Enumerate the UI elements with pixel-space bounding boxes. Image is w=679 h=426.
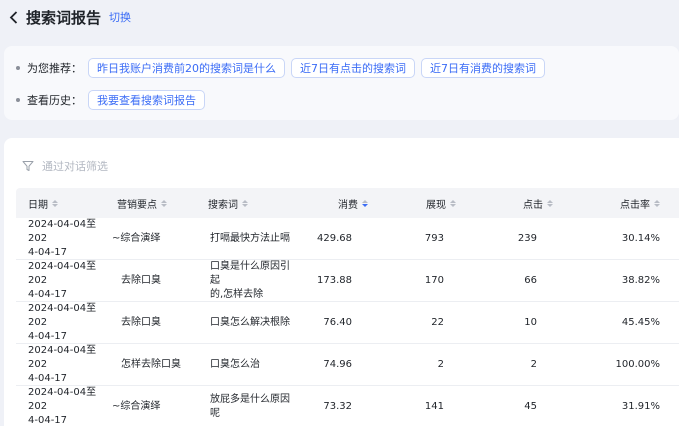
table-row: 2024-04-04至202 4-04-17 ~综合演绎 打嗝最快方法止嗝 429… — [16, 218, 679, 260]
recommend-row: 为您推荐： 昨日我账户消费前20的搜索词是什么 近7日有点击的搜索词 近7日有消… — [16, 58, 551, 78]
cell-term: 口臭是什么原因引起 的,怎样去除 — [210, 260, 290, 300]
history-chip-report[interactable]: 我要查看搜索词报告 — [88, 90, 205, 110]
column-header-clicks[interactable]: 点击 — [474, 188, 567, 218]
cell-clicks: 2 — [530, 358, 537, 370]
table-row: 2024-04-04至202 4-04-17 去除口臭 口臭怎么解决根除 76.4… — [16, 302, 679, 344]
cell-date: 2024-04-04至202 4-04-17 — [28, 260, 97, 300]
table-row: 2024-04-04至202 4-04-17 ~综合演绎 放屁多是什么原因呢 73… — [16, 386, 679, 426]
cell-clicks: 10 — [524, 316, 537, 328]
chevron-left-icon[interactable] — [6, 10, 20, 24]
sort-icon — [242, 199, 248, 207]
recommend-label: 为您推荐： — [27, 62, 82, 75]
cell-point: ~综合演绎 — [112, 400, 161, 412]
cell-cost: 73.32 — [323, 400, 352, 412]
cell-clicks: 66 — [524, 274, 537, 286]
cell-term: 口臭怎么治 — [210, 358, 260, 370]
cell-cost: 429.68 — [317, 232, 352, 244]
filter-icon — [22, 161, 34, 171]
recommend-chip-7day-cost[interactable]: 近7日有消费的搜索词 — [421, 58, 545, 78]
cell-point: ~综合演绎 — [112, 232, 161, 244]
column-header-date[interactable]: 日期 — [16, 188, 107, 218]
column-header-term[interactable]: 搜索词 — [198, 188, 290, 218]
cell-point: 去除口臭 — [121, 316, 161, 328]
cell-impressions: 2 — [437, 358, 444, 370]
cell-cost: 74.96 — [323, 358, 352, 370]
bullet-dot — [16, 98, 20, 102]
sort-icon — [654, 199, 660, 207]
bullet-dot — [16, 66, 20, 70]
sort-icon — [52, 199, 58, 207]
dialog-filter[interactable]: 通过对话筛选 — [22, 158, 108, 174]
column-header-point[interactable]: 营销要点 — [107, 188, 198, 218]
cell-impressions: 170 — [424, 274, 444, 286]
cell-term: 口臭怎么解决根除 — [210, 316, 290, 328]
column-header-ctr[interactable]: 点击率 — [567, 188, 660, 218]
history-row: 查看历史： 我要查看搜索词报告 — [16, 90, 211, 110]
table-header: 日期 营销要点 搜索词 消费 展现 点击 点击率 — [16, 188, 679, 218]
cell-clicks: 239 — [517, 232, 537, 244]
recommend-chip-7day-clicks[interactable]: 近7日有点击的搜索词 — [291, 58, 415, 78]
cell-cost: 76.40 — [323, 316, 352, 328]
cell-ctr: 45.45% — [621, 316, 660, 328]
cell-point: 怎样去除口臭 — [121, 358, 181, 370]
column-header-cost[interactable]: 消费 — [290, 188, 382, 218]
cell-point: 去除口臭 — [121, 274, 161, 286]
report-panel: 通过对话筛选 日期 营销要点 搜索词 消费 展现 点击 点击率 2024-04-… — [4, 138, 679, 426]
cell-date: 2024-04-04至202 4-04-17 — [28, 386, 97, 426]
history-label: 查看历史： — [27, 94, 82, 107]
cell-ctr: 38.82% — [621, 274, 660, 286]
cell-ctr: 31.91% — [621, 400, 660, 412]
sort-icon — [362, 199, 368, 207]
cell-term: 放屁多是什么原因呢 — [210, 393, 290, 419]
cell-impressions: 793 — [424, 232, 444, 244]
cell-date: 2024-04-04至202 4-04-17 — [28, 302, 97, 342]
recommend-chip-top20[interactable]: 昨日我账户消费前20的搜索词是什么 — [88, 58, 285, 78]
cell-impressions: 141 — [424, 400, 444, 412]
cell-date: 2024-04-04至202 4-04-17 — [28, 218, 97, 258]
cell-term: 打嗝最快方法止嗝 — [210, 232, 290, 244]
recommend-panel: 为您推荐： 昨日我账户消费前20的搜索词是什么 近7日有点击的搜索词 近7日有消… — [4, 46, 679, 120]
sort-icon — [161, 199, 167, 207]
cell-impressions: 22 — [431, 316, 444, 328]
cell-ctr: 100.00% — [615, 358, 661, 370]
table-row: 2024-04-04至202 4-04-17 去除口臭 口臭是什么原因引起 的,怎样… — [16, 260, 679, 302]
cell-date: 2024-04-04至202 4-04-17 — [28, 344, 97, 384]
cell-ctr: 30.14% — [621, 232, 660, 244]
column-header-impressions[interactable]: 展现 — [382, 188, 474, 218]
sort-icon — [450, 199, 456, 207]
cell-cost: 173.88 — [317, 274, 352, 286]
page-header: 搜索词报告 切换 — [0, 0, 679, 34]
filter-placeholder: 通过对话筛选 — [42, 160, 108, 173]
table-row: 2024-04-04至202 4-04-17 怎样去除口臭 口臭怎么治 74.96… — [16, 344, 679, 386]
page-title: 搜索词报告 — [26, 8, 102, 27]
search-term-table: 日期 营销要点 搜索词 消费 展现 点击 点击率 2024-04-04至202 4… — [16, 188, 679, 426]
cell-clicks: 45 — [524, 400, 537, 412]
switch-link[interactable]: 切换 — [109, 9, 131, 25]
sort-icon — [547, 199, 553, 207]
